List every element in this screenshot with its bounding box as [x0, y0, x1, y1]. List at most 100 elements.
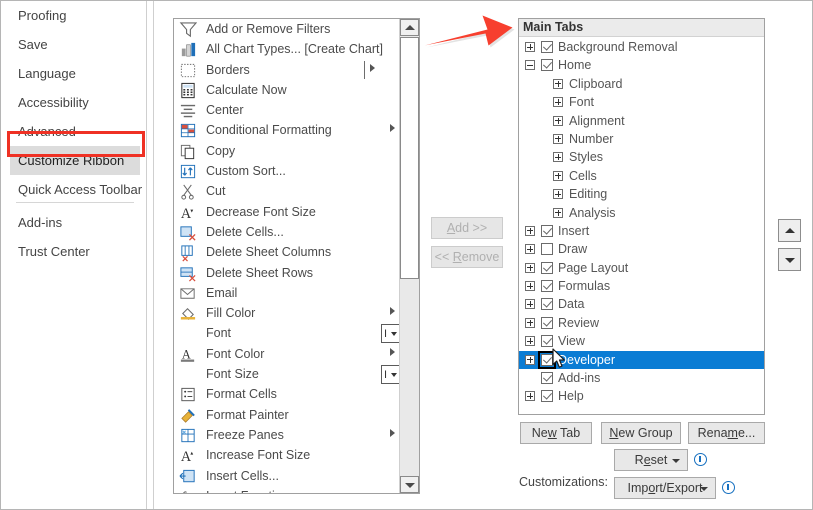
collapse-minus-icon[interactable]	[525, 60, 535, 71]
combo-box-icon[interactable]	[381, 324, 399, 345]
expand-plus-icon[interactable]	[525, 244, 535, 255]
command-list-item[interactable]: All Chart Types... [Create Chart]	[174, 39, 399, 59]
tree-item-data[interactable]: Data	[519, 295, 764, 313]
tree-item-add-ins[interactable]: Add-ins	[519, 369, 764, 387]
command-list-item[interactable]: Cut	[174, 181, 399, 201]
sidebar-item-accessibility[interactable]: Accessibility	[2, 88, 146, 117]
expand-plus-icon[interactable]	[525, 262, 535, 273]
move-up-button[interactable]	[778, 219, 801, 242]
tree-item-checkbox[interactable]	[541, 243, 553, 256]
commands-scrollbar[interactable]	[399, 19, 419, 493]
command-list-item[interactable]: Copy	[174, 141, 399, 161]
tree-item-checkbox[interactable]	[541, 298, 553, 311]
tree-item-checkbox[interactable]	[541, 59, 553, 72]
remove-button[interactable]: << Remove	[431, 246, 503, 268]
reset-info-icon[interactable]	[694, 453, 707, 466]
tree-item-review[interactable]: Review	[519, 314, 764, 332]
import-export-button[interactable]: Import/Export	[614, 477, 716, 499]
rename-button[interactable]: Rename...	[688, 422, 765, 444]
sidebar-item-add-ins[interactable]: Add-ins	[2, 208, 146, 237]
expand-plus-icon[interactable]	[525, 354, 535, 365]
commands-list-panel[interactable]: Add or Remove Filters All Chart Types... …	[173, 18, 420, 494]
tree-item-editing[interactable]: Editing	[519, 185, 764, 203]
command-list-item[interactable]: Font Size	[174, 364, 399, 385]
tree-item-draw[interactable]: Draw	[519, 240, 764, 258]
tree-item-checkbox[interactable]	[541, 390, 553, 403]
expand-plus-icon[interactable]	[525, 391, 535, 402]
command-list-item[interactable]: Borders	[174, 60, 399, 80]
tree-item-number[interactable]: Number	[519, 130, 764, 148]
add-button[interactable]: Add >>	[431, 217, 503, 239]
expand-plus-icon[interactable]	[525, 299, 535, 310]
command-list-item[interactable]: Calculate Now	[174, 80, 399, 100]
tree-item-help[interactable]: Help	[519, 387, 764, 405]
commands-list[interactable]: Add or Remove Filters All Chart Types... …	[174, 19, 399, 493]
tree-item-checkbox[interactable]	[541, 335, 553, 348]
command-list-item[interactable]: Center	[174, 100, 399, 120]
tree-item-alignment[interactable]: Alignment	[519, 112, 764, 130]
command-list-item[interactable]: Freeze Panes	[174, 425, 399, 445]
command-list-item[interactable]: Delete Sheet Rows	[174, 263, 399, 283]
sidebar-item-language[interactable]: Language	[2, 59, 146, 88]
expand-plus-icon[interactable]	[525, 281, 535, 292]
scroll-down-button[interactable]	[400, 476, 419, 493]
expand-plus-icon[interactable]	[553, 97, 563, 108]
expand-plus-icon[interactable]	[553, 189, 563, 200]
import-export-info-icon[interactable]	[722, 481, 735, 494]
expand-plus-icon[interactable]	[553, 170, 563, 181]
expand-plus-icon[interactable]	[525, 336, 535, 347]
expand-plus-icon[interactable]	[553, 152, 563, 163]
expand-plus-icon[interactable]	[525, 317, 535, 328]
tree-item-clipboard[interactable]: Clipboard	[519, 75, 764, 93]
tree-item-background-removal[interactable]: Background Removal	[519, 38, 764, 56]
command-list-item[interactable]: Delete Sheet Columns	[174, 242, 399, 262]
options-category-list[interactable]: Proofing Save Language Accessibility Advance…	[2, 1, 146, 509]
tree-item-checkbox[interactable]	[541, 224, 553, 237]
tree-item-formulas[interactable]: Formulas	[519, 277, 764, 295]
expand-plus-icon[interactable]	[553, 78, 563, 89]
new-tab-button[interactable]: New Tab	[520, 422, 592, 444]
tree-item-font[interactable]: Font	[519, 93, 764, 111]
command-list-item[interactable]: Fill Color	[174, 303, 399, 323]
tree-item-insert[interactable]: Insert	[519, 222, 764, 240]
reset-button[interactable]: Reset	[614, 449, 688, 471]
command-list-item[interactable]: A Increase Font Size	[174, 445, 399, 465]
command-list-item[interactable]: Add or Remove Filters	[174, 19, 399, 39]
command-list-item[interactable]: Delete Cells...	[174, 222, 399, 242]
expand-plus-icon[interactable]	[525, 225, 535, 236]
combo-box-icon[interactable]	[381, 365, 399, 385]
expand-plus-icon[interactable]	[553, 133, 563, 144]
command-list-item[interactable]: Email	[174, 283, 399, 303]
tree-item-cells[interactable]: Cells	[519, 167, 764, 185]
tree-item-label: Data	[558, 297, 585, 312]
tree-item-checkbox[interactable]	[541, 280, 553, 293]
tree-item-home[interactable]: Home	[519, 56, 764, 74]
command-list-item[interactable]: Custom Sort...	[174, 161, 399, 181]
tree-item-checkbox[interactable]	[541, 261, 553, 274]
tree-item-page-layout[interactable]: Page Layout	[519, 259, 764, 277]
command-list-item[interactable]: fx Insert Function...	[174, 486, 399, 493]
command-list-item[interactable]: A Decrease Font Size	[174, 202, 399, 222]
command-list-item[interactable]: A Font Color	[174, 344, 399, 364]
reset-mnemonic: e	[643, 453, 651, 467]
sidebar-item-quick-access-toolbar[interactable]: Quick Access Toolbar	[2, 175, 146, 204]
tree-item-styles[interactable]: Styles	[519, 148, 764, 166]
command-list-item[interactable]: Conditional Formatting	[174, 120, 399, 140]
tree-item-analysis[interactable]: Analysis	[519, 204, 764, 222]
tree-item-checkbox[interactable]	[541, 316, 553, 329]
expand-plus-icon[interactable]	[553, 115, 563, 126]
tree-item-checkbox[interactable]	[541, 372, 553, 385]
scrollbar-thumb[interactable]	[400, 37, 419, 279]
sidebar-item-save[interactable]: Save	[2, 30, 146, 59]
tree-item-checkbox[interactable]	[541, 41, 553, 53]
command-list-item[interactable]: Format Cells	[174, 384, 399, 404]
command-list-item[interactable]: Font	[174, 323, 399, 345]
scroll-up-button[interactable]	[400, 19, 419, 36]
new-group-button[interactable]: New Group	[601, 422, 681, 444]
command-list-item[interactable]: Insert Cells...	[174, 466, 399, 486]
expand-plus-icon[interactable]	[553, 207, 563, 218]
command-list-item[interactable]: Format Painter	[174, 405, 399, 425]
sidebar-item-proofing[interactable]: Proofing	[2, 1, 146, 30]
sidebar-item-trust-center[interactable]: Trust Center	[2, 237, 146, 266]
move-down-button[interactable]	[778, 248, 801, 271]
